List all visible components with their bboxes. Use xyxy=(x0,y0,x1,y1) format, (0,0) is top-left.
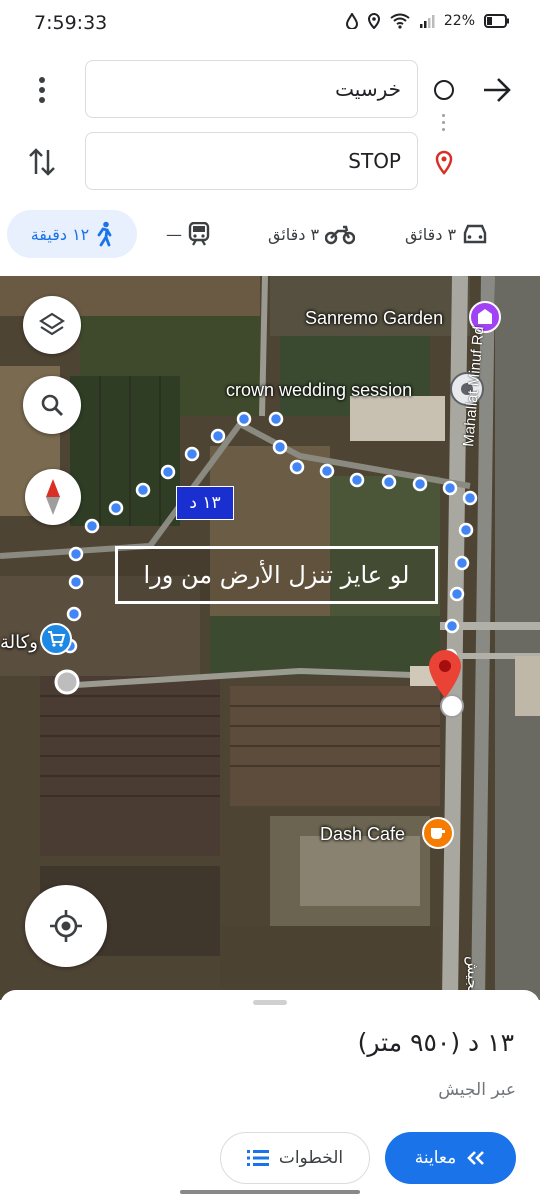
status-icons: 22% xyxy=(345,13,510,29)
battery-icon xyxy=(484,14,509,28)
location-status-icon xyxy=(367,13,380,29)
preview-label: معاينة xyxy=(414,1148,457,1168)
poi-crown-label[interactable]: crown wedding session xyxy=(226,380,412,401)
double-chevron-icon xyxy=(467,1151,485,1165)
walk-icon xyxy=(97,221,112,247)
steps-label: الخطوات xyxy=(278,1148,344,1168)
swap-icon[interactable] xyxy=(28,146,56,178)
home-indicator xyxy=(180,1190,360,1194)
annotation-text-box: لو عايز تنزل الأرض من ورا xyxy=(115,546,438,604)
search-icon xyxy=(41,394,63,416)
route-duration-distance: ١٣ د (٩٥٠ متر) xyxy=(357,1028,514,1057)
car-icon xyxy=(463,224,487,244)
poi-dash-cafe-label[interactable]: Dash Cafe xyxy=(320,824,405,845)
map-view[interactable]: Sanremo Garden crown wedding session وكا… xyxy=(0,276,540,1000)
train-icon xyxy=(188,222,210,246)
shopping-cart-icon[interactable] xyxy=(40,623,72,655)
signal-icon xyxy=(419,15,435,28)
compass-icon xyxy=(46,479,60,515)
origin-text: خرسيت xyxy=(335,77,401,101)
mode-car[interactable]: ٣ دقائق xyxy=(405,210,488,258)
route-duration-badge[interactable]: ١٣ د xyxy=(176,486,234,520)
destination-marker-icon[interactable] xyxy=(426,648,464,700)
mode-transit[interactable]: — xyxy=(166,210,210,258)
poi-wakala-label[interactable]: وكالة xyxy=(0,632,38,653)
poi-sanremo-label[interactable]: Sanremo Garden xyxy=(305,308,443,329)
mode-motorcycle[interactable]: ٣ دقائق xyxy=(268,210,356,258)
route-via: عبر الجيش xyxy=(438,1080,516,1100)
walk-time: ١٢ دقيقة xyxy=(30,224,90,244)
my-location-icon xyxy=(50,910,82,942)
search-along-route-button[interactable] xyxy=(23,376,81,434)
transit-time: — xyxy=(166,224,182,244)
drop-icon xyxy=(345,13,358,29)
preview-button[interactable]: معاينة xyxy=(385,1132,516,1184)
route-dots-icon xyxy=(442,114,446,134)
layers-button[interactable] xyxy=(23,296,81,354)
destination-field[interactable]: STOP xyxy=(85,132,418,190)
cafe-icon[interactable] xyxy=(421,816,455,850)
battery-percent: 22% xyxy=(443,13,475,29)
layers-icon xyxy=(39,312,65,336)
wifi-icon xyxy=(390,13,410,29)
status-time: 7:59:33 xyxy=(34,12,108,34)
mode-walk[interactable]: ١٢ دقيقة xyxy=(7,210,137,258)
origin-circle-icon xyxy=(434,80,454,100)
status-bar: 7:59:33 22% xyxy=(0,0,540,46)
compass-button[interactable] xyxy=(25,469,81,525)
destination-text: STOP xyxy=(348,149,401,173)
motorcycle-time: ٣ دقائق xyxy=(268,224,320,244)
motorcycle-icon xyxy=(325,225,356,245)
sheet-drag-handle[interactable] xyxy=(253,1000,287,1005)
car-time: ٣ دقائق xyxy=(405,224,457,244)
list-icon xyxy=(246,1150,269,1166)
destination-pin-icon xyxy=(435,150,453,175)
back-arrow-icon[interactable] xyxy=(482,76,512,104)
origin-field[interactable]: خرسيت xyxy=(85,60,418,118)
steps-button[interactable]: الخطوات xyxy=(220,1132,370,1184)
route-panel: خرسيت STOP ١٢ دقيقة — ٣ دقائق ٣ دقائق xyxy=(0,46,540,276)
more-options-icon[interactable] xyxy=(36,76,48,104)
my-location-button[interactable] xyxy=(25,885,107,967)
travel-modes: ١٢ دقيقة — ٣ دقائق ٣ دقائق xyxy=(0,210,540,262)
route-details-sheet[interactable]: ١٣ د (٩٥٠ متر) عبر الجيش معاينة الخطوات xyxy=(0,990,540,1200)
